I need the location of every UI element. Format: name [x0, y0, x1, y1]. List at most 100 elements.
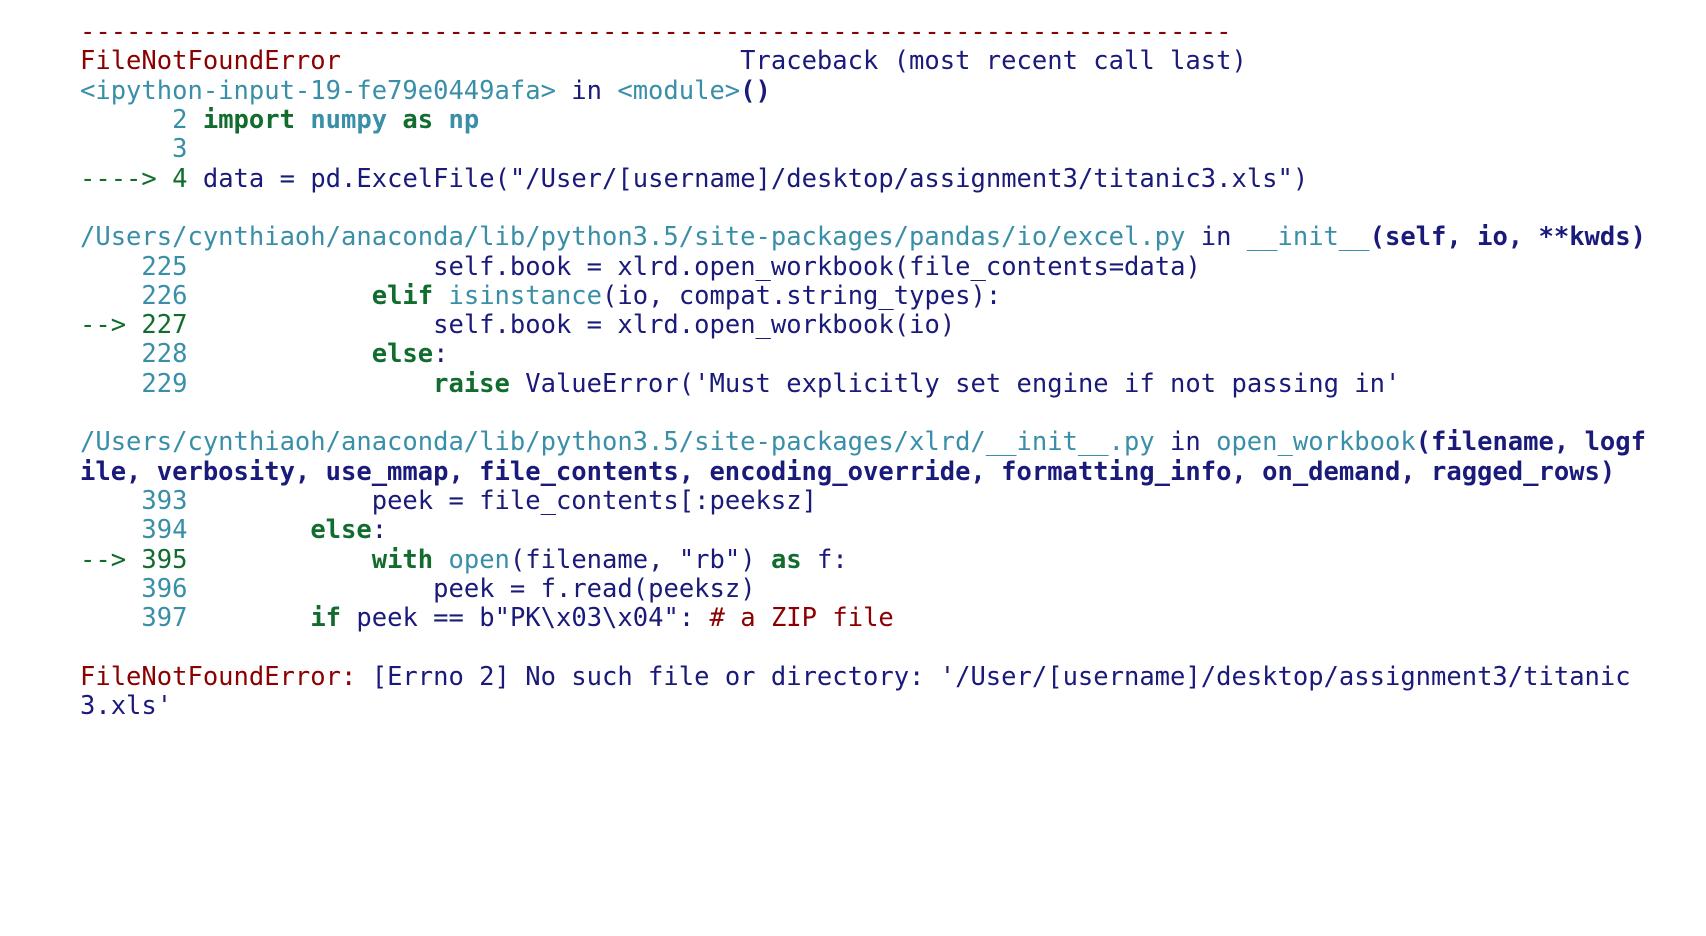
l2-pre — [80, 105, 172, 135]
l3-num: 3 — [172, 134, 187, 164]
l397-c: peek — [341, 603, 433, 633]
l4-d1: . — [341, 164, 356, 194]
tb-gap — [341, 46, 740, 76]
frame1-path: /Users/cynthiaoh/anaconda/lib/python3.5/… — [80, 222, 1185, 252]
l395-b: with — [372, 545, 433, 575]
l2-as: as — [387, 105, 448, 135]
l397-num: 397 — [141, 603, 187, 633]
l226-i: string_types — [786, 281, 970, 311]
l225-i: file_contents — [909, 252, 1109, 282]
l225-l: ) — [1185, 252, 1200, 282]
l394-b: else — [310, 515, 371, 545]
l227-b: . — [495, 310, 510, 340]
l4-cp: ) — [1293, 164, 1308, 194]
frame0-loc: <ipython-input-19-fe79e0449afa> — [80, 76, 556, 106]
l226-g: compat — [663, 281, 770, 311]
l393-e: peeksz — [710, 486, 802, 516]
l225-b: . — [495, 252, 510, 282]
l394-c: : — [372, 515, 387, 545]
l395-j — [756, 545, 771, 575]
l226-num: 226 — [141, 281, 187, 311]
l225-k: data — [1124, 252, 1185, 282]
l227-h: ( — [894, 310, 909, 340]
l229-pre — [80, 369, 141, 399]
l4-call: ExcelFile — [356, 164, 494, 194]
l397-e: b — [464, 603, 495, 633]
l2-mod: numpy — [310, 105, 387, 135]
l396-g: peeksz — [648, 574, 740, 604]
l393-b: = — [448, 486, 463, 516]
l397-pre — [80, 603, 141, 633]
l395-k: as — [771, 545, 802, 575]
l395-g — [663, 545, 678, 575]
l227-d: = — [587, 310, 602, 340]
l396-num: 396 — [141, 574, 187, 604]
frame2-in: in — [1155, 427, 1216, 457]
l226-f: , — [648, 281, 663, 311]
l395-m: : — [832, 545, 847, 575]
l4-b: pd — [295, 164, 341, 194]
frame1-in: in — [1185, 222, 1246, 252]
l226-pre — [80, 281, 141, 311]
l229-d: ( — [679, 369, 694, 399]
tb-divider: ----------------------------------------… — [80, 17, 1231, 47]
l225-h: ( — [894, 252, 909, 282]
l225-num: 225 — [141, 252, 187, 282]
l227-e: xlrd — [602, 310, 679, 340]
l395-h: "rb" — [679, 545, 740, 575]
l225-pre — [80, 252, 141, 282]
tb-label: Traceback (most recent call last) — [740, 46, 1247, 76]
frame0-func: <module> — [617, 76, 740, 106]
l226-e: io — [617, 281, 648, 311]
l2-kw: import — [187, 105, 310, 135]
l395-c: open — [433, 545, 510, 575]
l226-j: ): — [971, 281, 1002, 311]
l395-arrow: --> — [80, 545, 141, 575]
l228-num: 228 — [141, 339, 187, 369]
l396-e: read — [571, 574, 632, 604]
frame0-sig: () — [740, 76, 771, 106]
l225-c: book — [510, 252, 587, 282]
tb-error-name: FileNotFoundError — [80, 46, 341, 76]
l4-arrow: ----> — [80, 164, 172, 194]
l393-num: 393 — [141, 486, 187, 516]
l227-a: self — [187, 310, 494, 340]
l228-a — [187, 339, 371, 369]
l225-a: self — [187, 252, 494, 282]
l395-num: 395 — [141, 545, 187, 575]
l228-pre — [80, 339, 141, 369]
l226-c: isinstance — [433, 281, 602, 311]
l227-g: open_workbook — [694, 310, 894, 340]
l227-arrow: --> — [80, 310, 141, 340]
l393-d: [: — [679, 486, 710, 516]
l4-num: 4 — [172, 164, 187, 194]
l393-a: peek — [187, 486, 448, 516]
l226-a — [187, 281, 371, 311]
l225-f: . — [679, 252, 694, 282]
l396-d: . — [556, 574, 571, 604]
l229-a — [187, 369, 433, 399]
l396-c: f — [525, 574, 556, 604]
frame2-func: open_workbook — [1216, 427, 1416, 457]
l396-f: ( — [633, 574, 648, 604]
frame1-func: __init__ — [1247, 222, 1370, 252]
l396-b: = — [510, 574, 525, 604]
l393-pre — [80, 486, 141, 516]
l3-rest — [187, 134, 202, 164]
l3-pre — [80, 134, 172, 164]
l395-a — [187, 545, 371, 575]
l395-l: f — [802, 545, 833, 575]
l227-i: io — [909, 310, 940, 340]
l229-b: raise — [433, 369, 510, 399]
l396-pre — [80, 574, 141, 604]
l227-j: ) — [940, 310, 955, 340]
l396-h: ) — [740, 574, 755, 604]
l227-num: 227 — [141, 310, 187, 340]
l395-f: , — [648, 545, 663, 575]
final-err: FileNotFoundError — [80, 662, 341, 692]
l225-j: = — [1109, 252, 1124, 282]
traceback-output: ----------------------------------------… — [0, 0, 1706, 782]
l228-c: : — [433, 339, 448, 369]
l393-c: file_contents — [464, 486, 679, 516]
l4-op: ( — [495, 164, 510, 194]
